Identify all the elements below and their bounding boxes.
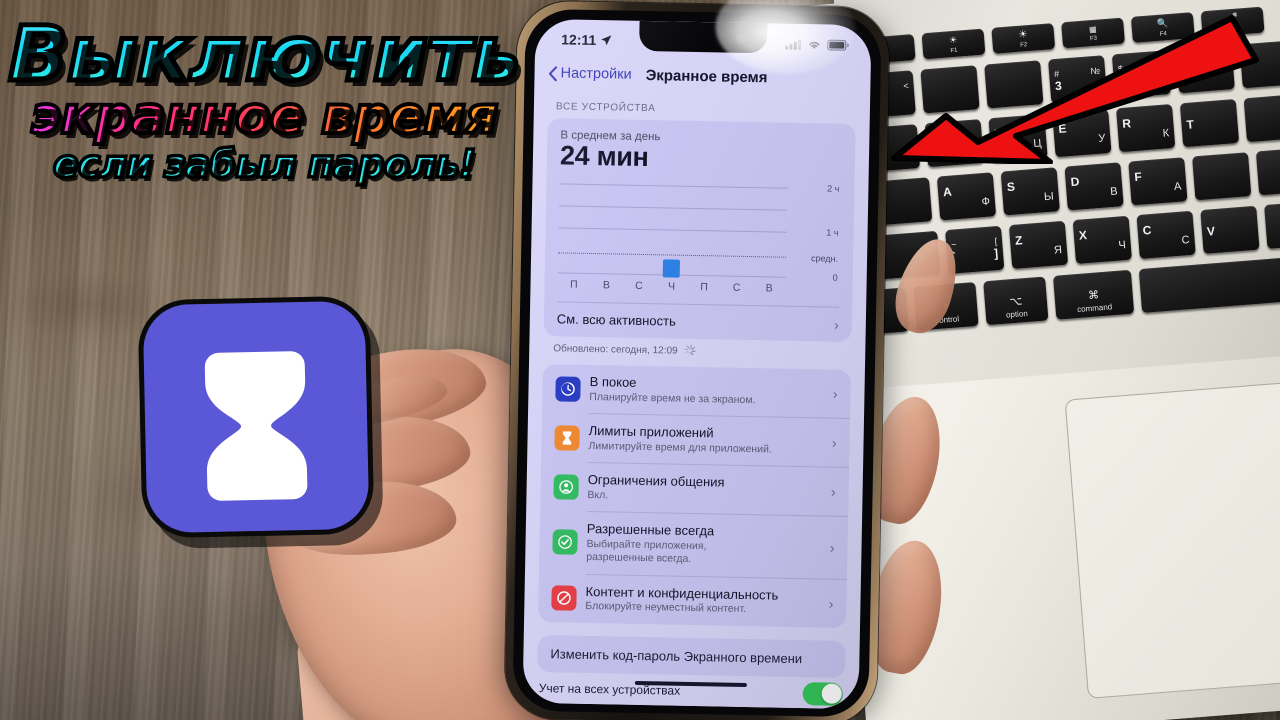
app-limits-text: Лимиты приложений Лимитируйте время для … <box>588 423 823 458</box>
person-circle-icon <box>553 473 579 500</box>
screen-time-hourglass-icon <box>204 351 308 501</box>
chevron-right-icon: › <box>831 434 837 451</box>
see-all-activity-text: См. всю активность <box>557 312 826 333</box>
chevron-right-icon: › <box>833 316 839 333</box>
settings-row-communication-limits[interactable]: Ограничения общения Вкл. › <box>540 462 849 516</box>
weekly-usage-chart[interactable]: 2 ч 1 ч средн. 0 П В С Ч П С В <box>557 179 842 294</box>
key-a[interactable]: AФ <box>936 172 997 221</box>
day-label-mon: П <box>569 278 578 291</box>
change-screen-time-passcode-button[interactable]: Изменить код-пароль Экранного времени <box>537 634 846 678</box>
chevron-left-icon <box>548 65 558 81</box>
chevron-right-icon: › <box>829 539 835 556</box>
always-allowed-subtitle: Выбирайте приложения, разрешенные всегда… <box>586 537 707 566</box>
back-button-label: Настройки <box>560 65 632 83</box>
axis-label-zero: 0 <box>832 272 838 283</box>
cellular-signal-icon <box>785 38 802 50</box>
key-x[interactable]: XЧ <box>1072 215 1132 264</box>
day-label-fri: П <box>700 281 708 294</box>
iphone-device: 12:11 Настройки Экранное время ВСЕ УСТРО… <box>490 0 900 720</box>
key-z[interactable]: ZЯ <box>1008 220 1069 270</box>
day-label-wed: С <box>635 279 643 292</box>
chevron-right-icon: › <box>830 483 836 500</box>
location-arrow-icon <box>601 35 612 46</box>
key-c[interactable]: CС <box>1136 210 1196 259</box>
page-title: Экранное время <box>645 66 768 86</box>
axis-label-2h: 2 ч <box>827 183 840 194</box>
arrow-shape <box>891 15 1259 164</box>
settings-row-content-privacy[interactable]: Контент и конфиденциальность Блокируйте … <box>538 574 847 628</box>
key-b[interactable] <box>1264 200 1280 249</box>
screen-time-options-card: В покое Планируйте время не за экраном. … <box>538 364 851 628</box>
loading-spinner-icon <box>684 344 696 357</box>
share-across-devices-toggle[interactable] <box>802 681 843 706</box>
status-bar-left: 12:11 <box>561 31 612 48</box>
day-label-sun: В <box>765 282 773 295</box>
checkmark-circle-icon <box>552 529 578 556</box>
screen-time-app-icon <box>137 295 375 539</box>
chart-container: В среднем за день 24 мин 2 ч 1 ч средн. <box>545 118 856 294</box>
title-line-3: если забыл пароль! <box>8 143 520 185</box>
key-command[interactable]: ⌘ command <box>1052 269 1135 320</box>
wifi-icon <box>809 41 820 49</box>
last-updated-text: Обновлено: сегодня, 12:09 <box>553 343 678 357</box>
prohibition-icon <box>551 585 577 611</box>
toggle-knob <box>821 683 842 704</box>
navigation-bar: Настройки Экранное время <box>534 57 871 95</box>
downtime-moon-clock-icon <box>555 375 581 402</box>
key-s[interactable]: SЫ <box>1000 167 1060 216</box>
settings-row-app-limits[interactable]: Лимиты приложений Лимитируйте время для … <box>541 413 850 467</box>
see-all-activity-label: См. всю активность <box>556 311 676 329</box>
status-bar: 12:11 <box>535 19 872 59</box>
day-label-tue: В <box>602 279 611 292</box>
title-line-1: Выключить <box>0 13 527 94</box>
day-label-sat: С <box>732 281 741 294</box>
status-bar-right <box>785 38 849 51</box>
chart-day-labels: П В С Ч П С В <box>557 278 785 295</box>
screen-time-summary-card: В среднем за день 24 мин 2 ч 1 ч средн. <box>543 118 856 342</box>
settings-scroll-area[interactable]: ВСЕ УСТРОЙСТВА В среднем за день 24 мин … <box>522 91 870 709</box>
always-allowed-text: Разрешенные всегда Выбирайте приложения,… <box>586 521 821 569</box>
red-pointer-arrow <box>891 15 1259 164</box>
day-label-thu: Ч <box>667 280 676 293</box>
scene-root: esc ☀F1 ☀F2 ▦F3 🔍F4 🎤F5 ±< § #№ 3 $% 4 %… <box>0 0 1280 720</box>
axis-label-1h: 1 ч <box>826 227 839 238</box>
axis-label-average: средн. <box>810 253 839 264</box>
hourglass-icon <box>554 424 580 451</box>
thumbnail-title-block: Выключить экранное время если забыл паро… <box>6 13 523 185</box>
chevron-right-icon: › <box>832 385 838 402</box>
downtime-text: В покое Планируйте время не за экраном. <box>589 374 824 409</box>
battery-icon <box>827 39 849 51</box>
content-privacy-text: Контент и конфиденциальность Блокируйте … <box>585 584 820 619</box>
key-d[interactable]: DВ <box>1064 162 1124 211</box>
key-f[interactable]: FА <box>1128 157 1188 206</box>
status-bar-time: 12:11 <box>561 31 597 49</box>
chevron-right-icon: › <box>828 595 834 612</box>
key-option[interactable]: ⌥ option <box>983 276 1049 326</box>
chart-bars <box>558 179 788 279</box>
key-v[interactable]: V <box>1200 205 1260 254</box>
key-spacebar[interactable] <box>1138 255 1280 313</box>
chart-average-value: 24 мин <box>559 140 649 173</box>
communication-limits-text: Ограничения общения Вкл. <box>587 472 822 507</box>
share-across-devices-row[interactable]: Учет на всех устройствах <box>522 672 859 710</box>
title-line-2: экранное время <box>8 88 520 144</box>
settings-row-downtime[interactable]: В покое Планируйте время не за экраном. … <box>542 364 851 418</box>
settings-row-always-allowed[interactable]: Разрешенные всегда Выбирайте приложения,… <box>539 511 848 578</box>
back-button[interactable]: Настройки <box>548 65 632 83</box>
macbook-trackpad[interactable] <box>1064 381 1280 699</box>
bar-thursday[interactable] <box>662 259 680 278</box>
phone-screen: 12:11 Настройки Экранное время ВСЕ УСТРО… <box>522 18 872 710</box>
